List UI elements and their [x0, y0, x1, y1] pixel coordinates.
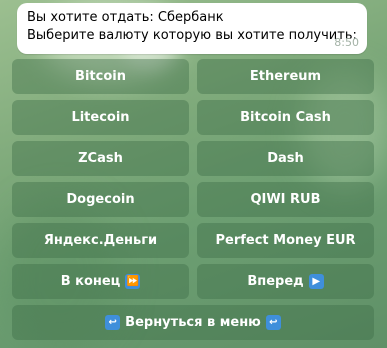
go-to-end-label: В конец: [60, 274, 121, 289]
inline-keyboard: Bitcoin Ethereum Litecoin Bitcoin Cash Z…: [12, 59, 374, 346]
currency-button-bitcoin-cash[interactable]: Bitcoin Cash: [197, 100, 374, 135]
currency-button-dogecoin[interactable]: Dogecoin: [12, 182, 189, 217]
currency-button-yandex-money[interactable]: Яндекс.Деньги: [12, 223, 189, 258]
currency-button-perfect-money-eur[interactable]: Perfect Money EUR: [197, 223, 374, 258]
fast-forward-icon: ⏩: [125, 274, 141, 289]
currency-button-qiwi-rub[interactable]: QIWI RUB: [197, 182, 374, 217]
keyboard-row: ZCash Dash: [12, 141, 374, 176]
next-page-label: Вперед: [247, 274, 304, 289]
message-line-choose: Выберите валюту которую вы хотите получи…: [27, 28, 357, 43]
currency-button-dash[interactable]: Dash: [197, 141, 374, 176]
keyboard-row: Litecoin Bitcoin Cash: [12, 100, 374, 135]
keyboard-row: Bitcoin Ethereum: [12, 59, 374, 94]
next-page-button[interactable]: Вперед ▶: [197, 264, 374, 299]
currency-button-litecoin[interactable]: Litecoin: [12, 100, 189, 135]
go-to-end-button[interactable]: В конец ⏩: [12, 264, 189, 299]
currency-button-bitcoin[interactable]: Bitcoin: [12, 59, 189, 94]
keyboard-row: Dogecoin QIWI RUB: [12, 182, 374, 217]
currency-button-ethereum[interactable]: Ethereum: [197, 59, 374, 94]
back-to-menu-button[interactable]: ↩ Вернуться в меню ↩: [12, 305, 374, 340]
keyboard-row: Яндекс.Деньги Perfect Money EUR: [12, 223, 374, 258]
currency-button-zcash[interactable]: ZCash: [12, 141, 189, 176]
return-arrow-icon: ↩: [105, 315, 121, 330]
message-line-give: Вы хотите отдать: Сбербанк: [27, 10, 224, 25]
message-time: 8:50: [334, 36, 359, 49]
play-icon: ▶: [308, 274, 324, 289]
keyboard-row: ↩ Вернуться в меню ↩: [12, 305, 374, 340]
keyboard-row: В конец ⏩ Вперед ▶: [12, 264, 374, 299]
message-bubble: Вы хотите отдать: Сбербанк Выберите валю…: [17, 3, 367, 54]
back-to-menu-label: Вернуться в меню: [125, 315, 261, 330]
return-arrow-icon: ↩: [265, 315, 281, 330]
